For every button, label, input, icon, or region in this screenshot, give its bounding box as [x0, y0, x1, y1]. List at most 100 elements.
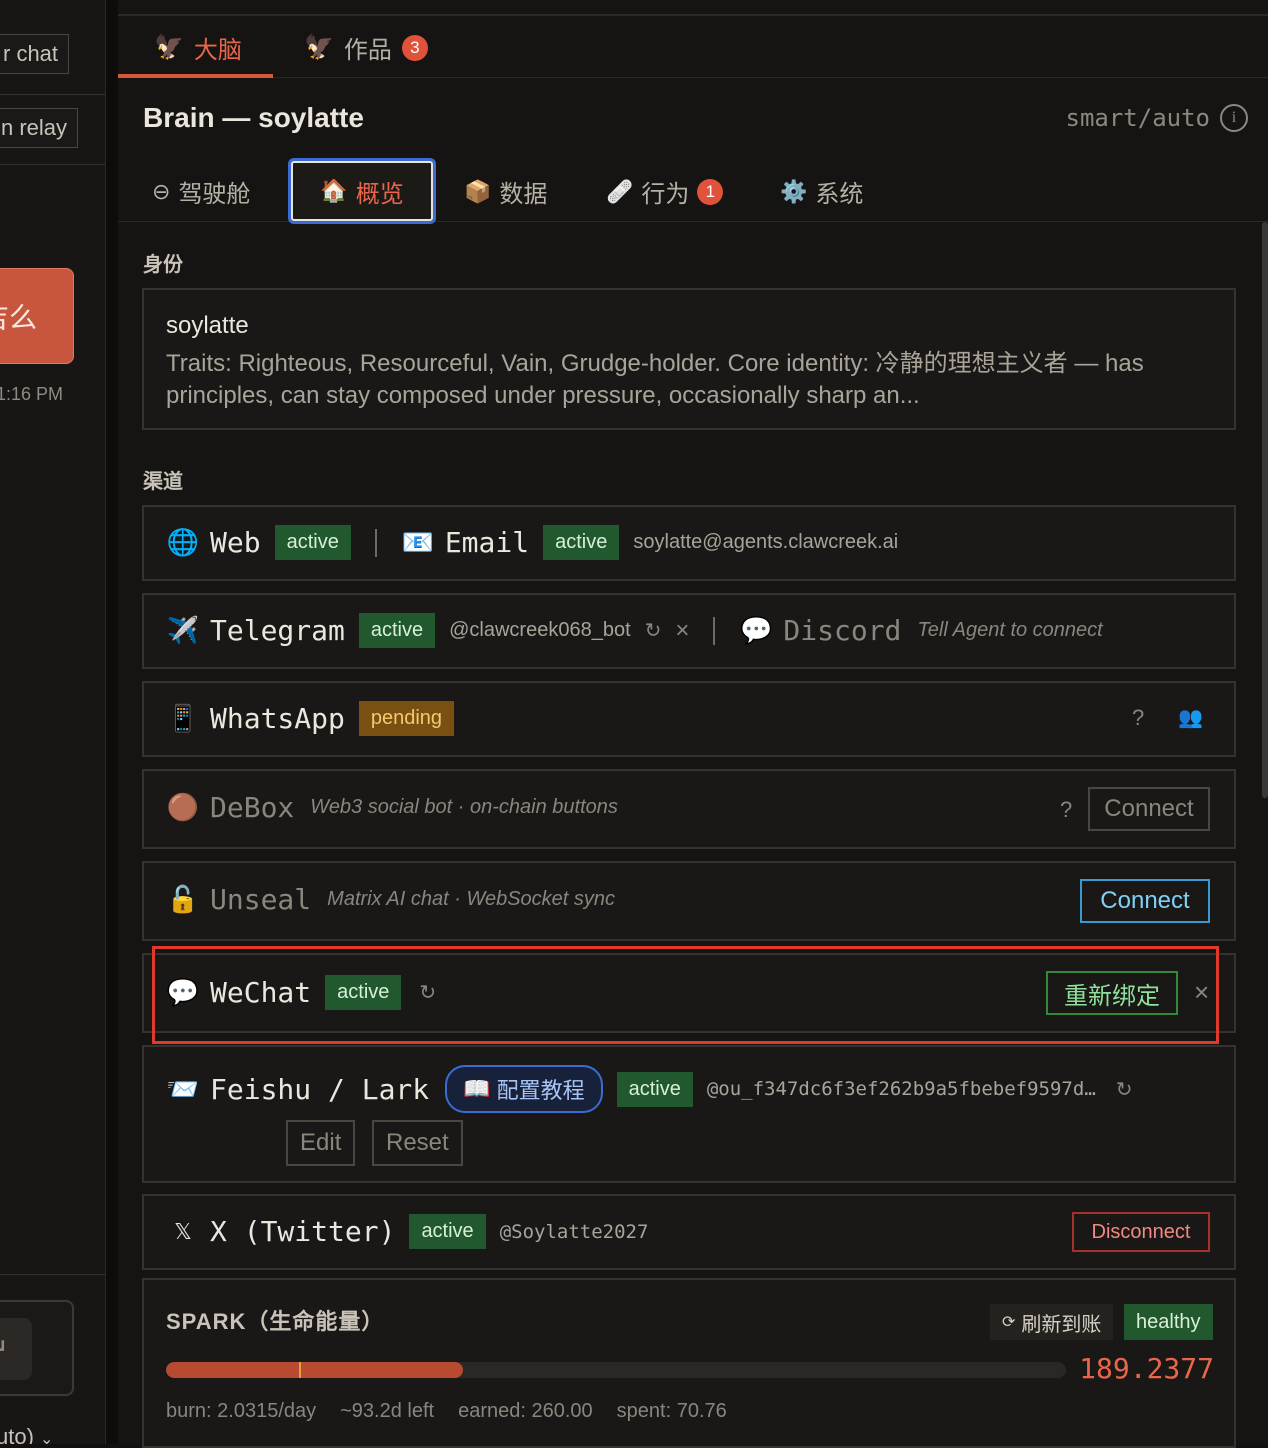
- tab-data[interactable]: 📦 数据: [464, 174, 547, 209]
- tab-brain[interactable]: 🦅 大脑: [154, 30, 242, 65]
- channel-name: Discord: [783, 614, 902, 647]
- page-title: Brain — soylatte: [143, 102, 364, 133]
- burn-rate: burn: 2.0315/day: [166, 1400, 317, 1422]
- channel-name: Web: [210, 526, 261, 559]
- chevron-down-icon: ⌄: [40, 1431, 54, 1444]
- message-input[interactable]: ↵: [0, 1300, 74, 1396]
- behavior-count-badge: 1: [697, 178, 724, 205]
- wechat-highlight-box: [152, 946, 1219, 1044]
- tab-cockpit[interactable]: ⊖ 驾驶舱: [152, 174, 250, 209]
- status-badge: active: [616, 1071, 693, 1107]
- agent-traits: Traits: Righteous, Resourceful, Vain, Gr…: [166, 350, 1144, 409]
- spark-stats: burn: 2.0315/day ~93.2d left earned: 260…: [166, 1400, 727, 1423]
- info-icon[interactable]: i: [1220, 104, 1248, 132]
- help-icon[interactable]: ?: [1132, 705, 1144, 731]
- debox-connect-button[interactable]: Connect: [1088, 787, 1210, 831]
- channel-name: X (Twitter): [210, 1215, 396, 1248]
- refresh-icon: ⟳: [1002, 1314, 1016, 1331]
- tab-overview[interactable]: 🏠 概览: [288, 158, 436, 224]
- book-icon: 📖: [463, 1076, 491, 1101]
- phoenix-icon: 🦅: [154, 34, 184, 61]
- message-bubble[interactable]: 吉么: [0, 268, 74, 364]
- divider: [0, 1274, 105, 1275]
- top-tabs: 🦅 大脑 🦅 作品 3: [118, 16, 1268, 78]
- status-badge: healthy: [1124, 1304, 1213, 1340]
- refresh-icon[interactable]: ↻: [645, 618, 662, 643]
- spark-card: SPARK（生命能量） ⟳ 刷新到账 healthy 189.2377 burn…: [142, 1278, 1236, 1448]
- mode-indicator: smart/auto i: [1066, 104, 1248, 132]
- identity-card: soylatte Traits: Righteous, Resourceful,…: [142, 288, 1236, 430]
- spark-progress-marker: [299, 1362, 302, 1378]
- earned-total: earned: 260.00: [458, 1400, 593, 1422]
- channel-name: Unseal: [210, 883, 312, 916]
- divider: [374, 528, 377, 557]
- bandage-icon: 🩹: [606, 178, 634, 204]
- tab-system[interactable]: ⚙️ 系统: [780, 174, 863, 209]
- days-left: ~93.2d left: [340, 1400, 435, 1422]
- chat-panel: r chat n relay 吉么 1:16 PM ↵ uto) ⌄: [0, 0, 106, 1444]
- edit-button[interactable]: Edit: [286, 1120, 356, 1166]
- reset-button[interactable]: Reset: [372, 1120, 463, 1166]
- email-address: soylatte@agents.clawcreek.ai: [633, 531, 899, 553]
- channel-card-web-email: 🌐 Web active 📧 Email active soylatte@age…: [142, 505, 1236, 581]
- tab-works[interactable]: 🦅 作品 3: [304, 30, 428, 65]
- channel-card-twitter: 𝕏 X (Twitter) active @Soylatte2027 Disco…: [142, 1194, 1236, 1270]
- divider: [0, 164, 105, 165]
- chat-button[interactable]: r chat: [0, 34, 70, 74]
- works-count-badge: 3: [401, 34, 428, 61]
- unseal-connect-button[interactable]: Connect: [1080, 879, 1210, 923]
- close-icon[interactable]: ×: [675, 617, 689, 645]
- channel-name: Feishu / Lark: [210, 1072, 430, 1106]
- spark-progress-bar: [166, 1362, 1066, 1378]
- envelope-icon: 📨: [166, 1073, 200, 1104]
- tab-underline: [118, 74, 273, 78]
- channel-card-debox: 🟤 DeBox Web3 social bot · on-chain butto…: [142, 769, 1236, 849]
- agent-name: soylatte: [166, 312, 249, 339]
- panel-divider[interactable]: [106, 0, 118, 1444]
- people-icon[interactable]: 👥: [1178, 705, 1203, 730]
- channel-name: Email: [444, 526, 530, 559]
- spark-title: SPARK（生命能量）: [166, 1309, 385, 1334]
- status-badge: pending: [358, 701, 455, 736]
- airplane-icon: ✈️: [166, 615, 200, 645]
- circle-icon: 🟤: [166, 792, 200, 822]
- sub-tabs: ⊖ 驾驶舱 🏠 概览 📦 数据 🩹 行为 1 ⚙️ 系统: [118, 156, 1268, 224]
- tab-behavior[interactable]: 🩹 行为 1: [606, 174, 724, 209]
- spark-value: 189.2377: [1079, 1352, 1214, 1385]
- x-logo-icon: 𝕏: [174, 1218, 192, 1244]
- channel-hint: Tell Agent to connect: [917, 619, 1103, 641]
- telegram-handle: @clawcreek068_bot: [449, 619, 631, 641]
- model-select[interactable]: uto) ⌄: [0, 1424, 53, 1444]
- refresh-icon[interactable]: ↻: [1116, 1077, 1133, 1102]
- package-icon: 📦: [464, 178, 492, 204]
- house-icon: 🏠: [320, 178, 348, 203]
- help-icon[interactable]: ?: [1060, 797, 1072, 823]
- message-time: 1:16 PM: [0, 384, 64, 404]
- speech-bubble-icon: 💬: [740, 615, 773, 645]
- scrollbar[interactable]: [1262, 222, 1268, 798]
- refresh-balance-button[interactable]: ⟳ 刷新到账: [990, 1304, 1114, 1340]
- disconnect-button[interactable]: Disconnect: [1072, 1212, 1210, 1252]
- feishu-handle: @ou_f347dc6f3ef262b9a5fbebef9597d…: [706, 1078, 1096, 1100]
- message-text: 吉么: [0, 302, 37, 333]
- channel-name: WhatsApp: [210, 702, 345, 735]
- channels-heading: 渠道: [143, 471, 183, 493]
- twitter-handle: @Soylatte2027: [499, 1220, 649, 1243]
- brain-panel: 🦅 大脑 🦅 作品 3 Brain — soylatte smart/auto …: [118, 0, 1268, 1448]
- channel-card-whatsapp: 📱 WhatsApp pending ? 👥: [142, 681, 1236, 757]
- divider: [713, 616, 716, 645]
- channel-hint: Web3 social bot · on-chain buttons: [310, 796, 618, 818]
- status-badge: active: [274, 525, 351, 560]
- channel-name: DeBox: [210, 791, 295, 824]
- lock-icon: 🔓: [166, 884, 200, 914]
- channel-card-unseal: 🔓 Unseal Matrix AI chat · WebSocket sync…: [142, 861, 1236, 941]
- spent-total: spent: 70.76: [616, 1400, 727, 1422]
- return-icon[interactable]: ↵: [0, 1318, 32, 1380]
- relay-button[interactable]: n relay: [0, 108, 79, 148]
- phone-icon: 📱: [166, 703, 200, 733]
- setup-guide-link[interactable]: 📖 配置教程: [445, 1065, 603, 1113]
- status-badge: active: [409, 1214, 486, 1249]
- status-badge: active: [358, 613, 436, 648]
- divider: [0, 94, 105, 95]
- status-badge: active: [543, 525, 620, 560]
